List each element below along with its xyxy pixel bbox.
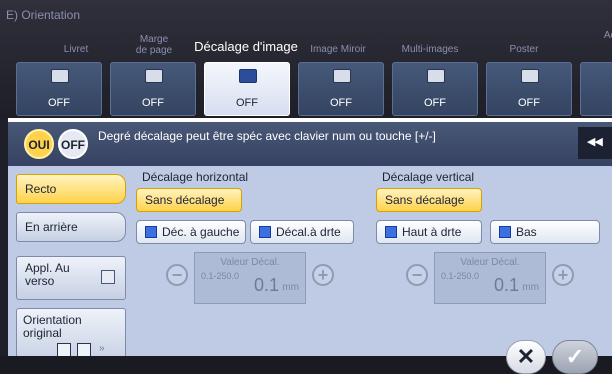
- tab-multi[interactable]: Multi-images: [390, 44, 470, 55]
- recto-button[interactable]: Recto: [16, 174, 126, 204]
- breadcrumb: E) Orientation: [6, 8, 81, 22]
- minus-icon[interactable]: −: [166, 264, 188, 286]
- shift-panel: OUI OFF Degré décalage peut être spéc av…: [8, 118, 612, 364]
- value-unit: mm: [282, 282, 299, 293]
- poster-icon: [521, 69, 539, 83]
- shift-icon: [239, 69, 257, 83]
- arriere-button[interactable]: En arrière: [16, 212, 126, 242]
- multi-image-icon: [427, 69, 445, 83]
- appl-verso-button[interactable]: Appl. Au verso: [16, 256, 126, 300]
- tile-value: OFF: [518, 97, 540, 109]
- shift-top-button[interactable]: Haut à drte: [376, 220, 482, 244]
- toggle-on-button[interactable]: OUI: [24, 129, 54, 159]
- orientation-landscape-icon: [77, 343, 91, 357]
- tab-marge[interactable]: Marge de page: [124, 34, 184, 56]
- value-label: Valeur Décal.: [220, 257, 280, 268]
- orientation-portrait-icon: [57, 343, 71, 357]
- tile-multi[interactable]: OFF: [392, 62, 478, 116]
- plus-icon[interactable]: +: [552, 264, 574, 286]
- vertical-adjuster: − Valeur Décal. 0.1-250.0 0.1 mm +: [376, 252, 612, 312]
- shift-top-label: Haut à drte: [402, 225, 462, 239]
- vertical-title: Décalage vertical: [382, 170, 475, 184]
- tile-value: OFF: [424, 97, 446, 109]
- horizontal-adjuster: − Valeur Décal. 0.1-250.0 0.1 mm +: [136, 252, 372, 312]
- shift-right-button[interactable]: Décal.à drte: [250, 220, 354, 244]
- shift-left-button[interactable]: Déc. à gauche: [136, 220, 246, 244]
- panel-header: OUI OFF Degré décalage peut être spéc av…: [8, 122, 612, 166]
- chevron-right-icon: »: [99, 343, 105, 354]
- tile-value: OFF: [330, 97, 352, 109]
- tab-miroir[interactable]: Image Miroir: [298, 44, 378, 55]
- margin-icon: [145, 69, 163, 83]
- tile-value: OFF: [48, 97, 70, 109]
- tab-poster[interactable]: Poster: [484, 44, 564, 55]
- shift-bottom-icon: [499, 226, 511, 238]
- shift-left-label: Déc. à gauche: [162, 225, 240, 239]
- tile-value: OFF: [142, 97, 164, 109]
- shift-top-icon: [385, 226, 397, 238]
- cancel-button[interactable]: ✕: [506, 340, 546, 374]
- value-label: Valeur Décal.: [460, 257, 520, 268]
- value-range: 0.1-250.0: [441, 271, 480, 281]
- horizontal-value-box[interactable]: Valeur Décal. 0.1-250.0 0.1 mm: [194, 252, 306, 304]
- tile-marge[interactable]: OFF: [110, 62, 196, 116]
- ok-button[interactable]: ✓: [552, 340, 598, 374]
- tab-livret[interactable]: Livret: [36, 44, 116, 55]
- vertical-none-button[interactable]: Sans décalage: [376, 188, 482, 212]
- shift-right-icon: [259, 226, 271, 238]
- shift-bottom-button[interactable]: Bas: [490, 220, 600, 244]
- hint-text: Degré décalage peut être spéc avec clavi…: [98, 129, 436, 143]
- tab-ad[interactable]: Ad: [590, 30, 612, 41]
- horizontal-section: Décalage horizontal Sans décalage Déc. à…: [136, 170, 372, 356]
- plus-icon[interactable]: +: [312, 264, 334, 286]
- shift-left-icon: [145, 226, 157, 238]
- appl-verso-checkbox[interactable]: [101, 270, 115, 284]
- book-icon: [51, 69, 69, 83]
- value-number: 0.1: [493, 275, 519, 295]
- horizontal-none-button[interactable]: Sans décalage: [136, 188, 242, 212]
- shift-bottom-label: Bas: [516, 225, 537, 239]
- vertical-section: Décalage vertical Sans décalage Haut à d…: [376, 170, 612, 356]
- tile-ad[interactable]: [580, 62, 612, 116]
- horizontal-title: Décalage horizontal: [142, 170, 249, 184]
- orientation-label: Orientation original: [23, 313, 82, 340]
- tile-decalage[interactable]: OFF: [204, 62, 290, 116]
- tile-livret[interactable]: OFF: [16, 62, 102, 116]
- side-column: Recto En arrière Appl. Au verso Orientat…: [16, 174, 130, 364]
- tab-decalage[interactable]: Décalage d'image: [186, 40, 306, 53]
- toggle-off-button[interactable]: OFF: [58, 129, 88, 159]
- value-range: 0.1-250.0: [201, 271, 240, 281]
- tile-miroir[interactable]: OFF: [298, 62, 384, 116]
- value-unit: mm: [522, 282, 539, 293]
- tile-poster[interactable]: OFF: [486, 62, 572, 116]
- expand-icon[interactable]: ◂◂: [578, 127, 612, 159]
- tile-value: OFF: [236, 97, 258, 109]
- value-number: 0.1: [253, 275, 279, 295]
- appl-verso-label: Appl. Au verso: [25, 261, 70, 288]
- mirror-icon: [333, 69, 351, 83]
- minus-icon[interactable]: −: [406, 264, 428, 286]
- vertical-value-box[interactable]: Valeur Décal. 0.1-250.0 0.1 mm: [434, 252, 546, 304]
- top-bar: E) Orientation Livret Marge de page Déca…: [0, 0, 612, 118]
- shift-right-label: Décal.à drte: [276, 225, 341, 239]
